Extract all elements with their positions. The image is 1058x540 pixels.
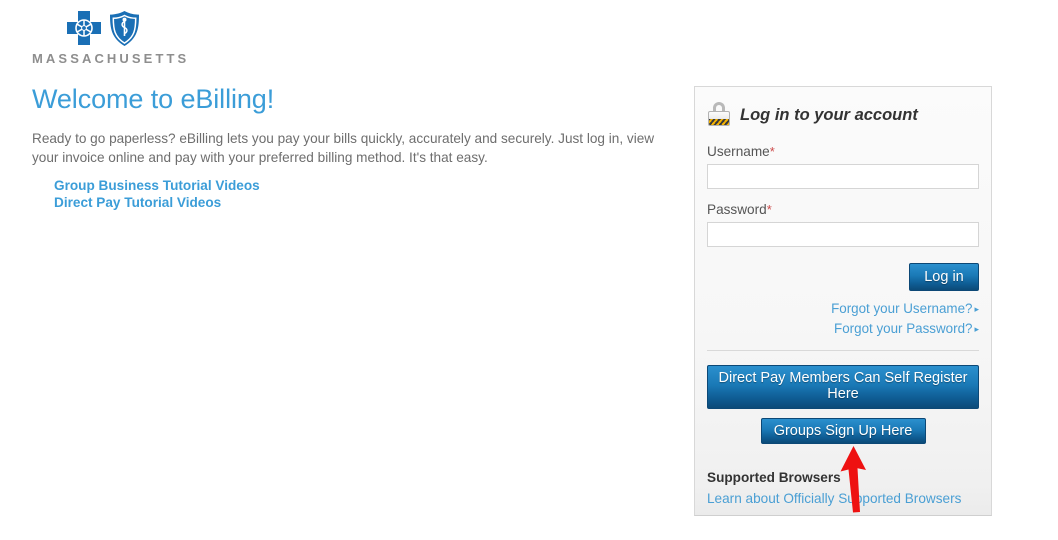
welcome-section: Welcome to eBilling! Ready to go paperle…: [32, 84, 662, 211]
page-title: Welcome to eBilling!: [32, 84, 275, 114]
login-panel-header: Log in to your account: [707, 87, 979, 131]
password-input[interactable]: [707, 222, 979, 247]
username-required-marker: *: [769, 144, 775, 159]
username-input[interactable]: [707, 164, 979, 189]
supported-browsers-title: Supported Browsers: [707, 470, 841, 485]
forgot-username-link[interactable]: Forgot your Username? ▸: [707, 299, 979, 319]
login-button-row: Log in: [707, 263, 979, 291]
tutorial-links: Group Business Tutorial Videos Direct Pa…: [54, 178, 662, 211]
supported-browsers-section: Supported Browsers Learn about Officiall…: [707, 470, 979, 506]
username-label-text: Username: [707, 144, 770, 159]
supported-browsers-link[interactable]: Learn about Officially Supported Browser…: [707, 491, 979, 506]
username-label: Username*: [707, 144, 979, 159]
logo-marks: [32, 6, 292, 48]
intro-paragraph: Ready to go paperless? eBilling lets you…: [32, 131, 655, 165]
forgot-password-link[interactable]: Forgot your Password? ▸: [707, 319, 979, 339]
padlock-icon: [707, 102, 731, 128]
direct-pay-tutorial-link[interactable]: Direct Pay Tutorial Videos: [54, 195, 662, 212]
login-panel-title: Log in to your account: [740, 105, 918, 124]
panel-divider: [707, 350, 979, 351]
blue-cross-icon: [67, 11, 101, 45]
forgot-username-text: Forgot your Username?: [831, 301, 973, 316]
forgot-links: Forgot your Username? ▸ Forgot your Passw…: [707, 299, 979, 339]
blue-shield-icon: [110, 11, 139, 46]
logo-state-name: MASSACHUSETTS: [32, 51, 190, 66]
login-button[interactable]: Log in: [909, 263, 979, 291]
password-required-marker: *: [766, 202, 772, 217]
password-label-text: Password: [707, 202, 767, 217]
self-register-button[interactable]: Direct Pay Members Can Self Register Her…: [707, 365, 979, 409]
groups-signup-row: Groups Sign Up Here: [707, 418, 979, 444]
login-panel: Log in to your account Username* Passwor…: [694, 86, 992, 516]
chevron-right-icon: ▸: [974, 304, 979, 314]
password-label: Password*: [707, 202, 979, 217]
groups-signup-button[interactable]: Groups Sign Up Here: [760, 418, 926, 444]
chevron-right-icon: ▸: [974, 324, 979, 334]
brand-logo: MASSACHUSETTS: [32, 6, 292, 66]
group-business-tutorial-link[interactable]: Group Business Tutorial Videos: [54, 178, 662, 195]
forgot-password-text: Forgot your Password?: [834, 321, 973, 336]
